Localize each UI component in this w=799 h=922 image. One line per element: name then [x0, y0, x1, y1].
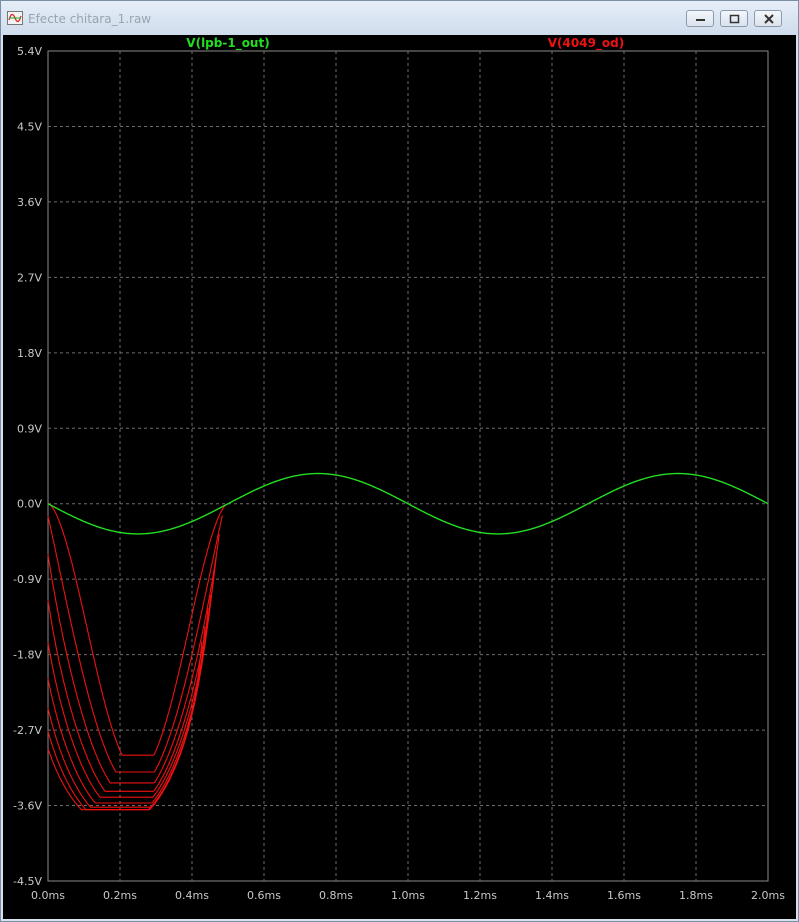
y-tick-label: -3.6V: [13, 800, 42, 813]
grid: [47, 50, 769, 882]
minimize-icon: [696, 19, 705, 21]
series-line: [47, 556, 217, 792]
title-bar[interactable]: Efecte chitara_1.raw: [1, 1, 798, 35]
y-tick-label: 1.8V: [17, 347, 42, 360]
y-axis-ticks: 5.4V 4.5V 3.6V 2.7V 1.8V 0.9V 0.0V -0.9V -1.8V -2…: [13, 45, 42, 888]
trace-label-v4049-od[interactable]: V(4049_od): [548, 36, 625, 51]
x-tick-label: 1.0ms: [391, 889, 425, 902]
close-icon: [764, 14, 774, 24]
y-tick-label: 0.9V: [17, 422, 42, 435]
x-tick-label: 0.8ms: [319, 889, 353, 902]
y-tick-label: 5.4V: [17, 45, 42, 58]
x-tick-label: 1.2ms: [463, 889, 497, 902]
x-tick-label: 1.8ms: [679, 889, 713, 902]
x-tick-label: 0.2ms: [103, 889, 137, 902]
x-tick-label: 0.0ms: [31, 889, 65, 902]
minimize-button[interactable]: [686, 10, 714, 27]
y-tick-label: -2.7V: [13, 724, 42, 737]
y-tick-label: 0.0V: [17, 498, 42, 511]
waveform-chart[interactable]: 5.4V 4.5V 3.6V 2.7V 1.8V 0.9V 0.0V -0.9V -1.8V -2…: [3, 35, 796, 919]
y-tick-label: 3.6V: [17, 196, 42, 209]
x-tick-label: 2.0ms: [751, 889, 785, 902]
series-line: [47, 515, 223, 773]
window-title: Efecte chitara_1.raw: [28, 12, 152, 26]
x-tick-label: 1.4ms: [535, 889, 569, 902]
close-button[interactable]: [754, 10, 782, 27]
plot-pane[interactable]: 5.4V 4.5V 3.6V 2.7V 1.8V 0.9V 0.0V -0.9V -1.8V -2…: [3, 35, 796, 919]
trace-label-vlpb-out[interactable]: V(lpb-1_out): [186, 36, 269, 51]
maximize-icon: [729, 14, 740, 24]
x-tick-label: 0.4ms: [175, 889, 209, 902]
x-tick-label: 0.6ms: [247, 889, 281, 902]
plot-window: Efecte chitara_1.raw 5.4V 4.5V 3.6V 2.7V 1.8…: [0, 0, 799, 922]
x-tick-label: 1.6ms: [607, 889, 641, 902]
y-tick-label: -4.5V: [13, 875, 42, 888]
y-tick-label: -1.8V: [13, 649, 42, 662]
y-tick-label: 2.7V: [17, 271, 42, 284]
series-v4049-od[interactable]: [47, 503, 226, 811]
series-line: [47, 503, 226, 756]
waveform-icon: [7, 11, 23, 25]
maximize-button[interactable]: [720, 10, 748, 27]
x-axis-ticks: 0.0ms 0.2ms 0.4ms 0.6ms 0.8ms 1.0ms 1.2ms 1.4ms…: [31, 889, 785, 902]
y-tick-label: 4.5V: [17, 120, 42, 133]
y-tick-label: -0.9V: [13, 573, 42, 586]
